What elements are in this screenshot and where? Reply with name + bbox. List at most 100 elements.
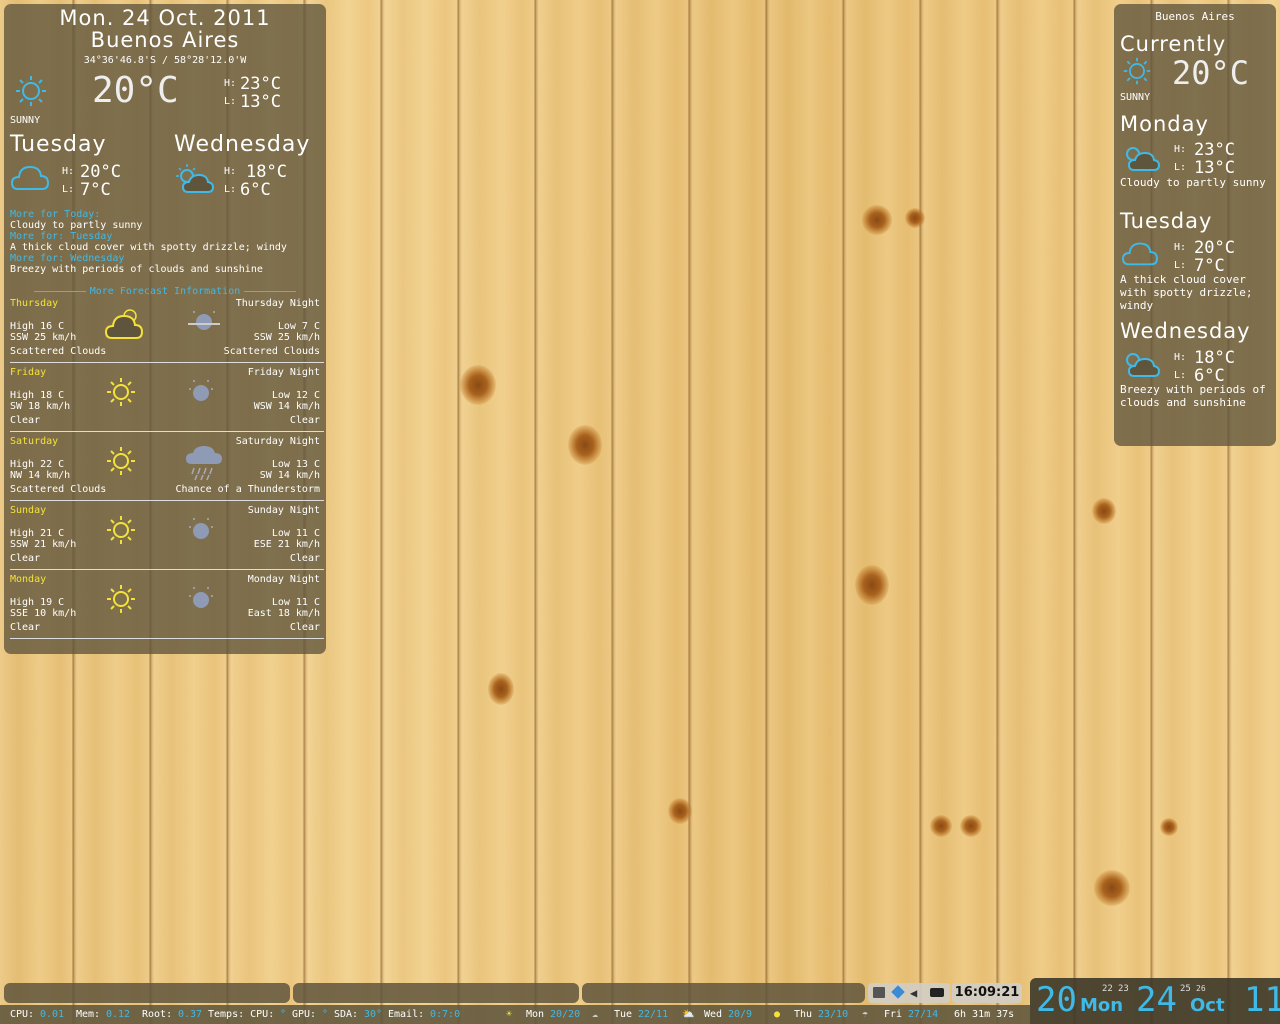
h-label: H: bbox=[224, 78, 237, 89]
sun-icon bbox=[104, 375, 138, 413]
right-city: Buenos Aires bbox=[1155, 10, 1235, 23]
moon-icon bbox=[184, 582, 218, 620]
day2-low: 7°C bbox=[80, 180, 111, 200]
right-current-temp: 20°C bbox=[1172, 54, 1250, 92]
forecast-mon-label: Mon bbox=[526, 1009, 545, 1020]
forecast-day: Saturday bbox=[10, 436, 59, 447]
forecast-night-wind: WSW 14 km/h bbox=[253, 401, 320, 412]
mem-label: Mem: bbox=[76, 1009, 101, 1020]
more-wed-label: More for: Wednesday bbox=[10, 253, 125, 264]
date-title: Mon. 24 Oct. 2011 bbox=[59, 6, 271, 30]
forecast-cond: Scattered Clouds bbox=[10, 346, 107, 357]
forecast-low: Low 12 C bbox=[271, 390, 320, 401]
forecast-wed-label: Wed bbox=[704, 1009, 723, 1020]
forecast-night-cond: Clear bbox=[289, 553, 320, 564]
day2-l-label: L: bbox=[62, 184, 75, 195]
forecast-day: Friday bbox=[10, 367, 47, 378]
clock-min-a: 22 bbox=[1102, 984, 1113, 994]
clock-widget: 20 Mon 22 23 24 25 26 Oct 11 bbox=[1030, 978, 1280, 1024]
wood-knot bbox=[855, 565, 889, 605]
sda-label: SDA: bbox=[334, 1009, 359, 1020]
right-tuesday-high: 20°C bbox=[1194, 238, 1235, 258]
moon-icon bbox=[184, 375, 218, 413]
sun-icon: ☀ bbox=[506, 1009, 513, 1020]
forecast-night: Monday Night bbox=[247, 574, 320, 585]
dropbox-icon[interactable] bbox=[891, 985, 905, 999]
forecast-night-cond: Chance of a Thunderstorm bbox=[175, 484, 321, 495]
partly-cloudy-icon bbox=[1126, 353, 1160, 377]
currently-heading: Currently bbox=[1120, 32, 1227, 56]
wood-knot bbox=[568, 425, 602, 465]
forecast-wind: SW 18 km/h bbox=[10, 401, 71, 412]
email-label: Email: bbox=[388, 1009, 425, 1020]
forecast-thu-label: Thu bbox=[794, 1009, 813, 1020]
forecast-wind: SSW 25 km/h bbox=[10, 332, 77, 343]
taskbar-segment[interactable] bbox=[4, 983, 290, 1003]
day2-high: 20°C bbox=[80, 162, 121, 182]
clock-day: 24 bbox=[1136, 980, 1177, 1020]
forecast-thu-value: 23/10 bbox=[818, 1009, 849, 1020]
more-today-text: Cloudy to partly sunny bbox=[10, 220, 143, 231]
forecast-row: Saturday Saturday Night High 22 C NW 14 km/… bbox=[4, 434, 326, 503]
forecast-high: High 19 C bbox=[10, 597, 65, 608]
forecast-row: Thursday Thursday Night High 16 C SSW 25 km… bbox=[4, 296, 326, 365]
clock-hour: 20 bbox=[1036, 980, 1077, 1020]
taskbar-segment[interactable] bbox=[582, 983, 865, 1003]
mem-value: 0.12 bbox=[106, 1009, 131, 1020]
book-icon[interactable] bbox=[873, 987, 885, 998]
clock-month: Oct bbox=[1190, 995, 1225, 1016]
temps-label: Temps: CPU: bbox=[208, 1009, 275, 1020]
day3-low: 6°C bbox=[240, 180, 271, 200]
clock-min-b: 23 bbox=[1118, 984, 1129, 994]
forecast-night: Friday Night bbox=[247, 367, 320, 378]
gpu-value: ° bbox=[322, 1009, 329, 1020]
more-tue-label: More for: Tuesday bbox=[10, 231, 113, 242]
clock-sec-a: 25 bbox=[1180, 984, 1191, 994]
root-label: Root: bbox=[142, 1009, 173, 1020]
status-bar: CPU: 0.01 Mem: 0.12 Root: 0.37 Temps: CP… bbox=[0, 1005, 1030, 1024]
current-high: 23°C bbox=[240, 74, 281, 94]
clock-sec-b: 26 bbox=[1196, 984, 1206, 993]
divider bbox=[10, 500, 324, 501]
volume-icon[interactable]: ◀ bbox=[910, 987, 917, 999]
right-monday-text: Cloudy to partly sunny bbox=[1120, 176, 1266, 189]
right-wednesday-high: 18°C bbox=[1194, 348, 1235, 368]
forecast-day: Thursday bbox=[10, 298, 59, 309]
cpu-label: CPU: bbox=[10, 1009, 35, 1020]
right-wednesday-name: Wednesday bbox=[1120, 319, 1251, 343]
forecast-day: Monday bbox=[10, 574, 47, 585]
gpu-label: GPU: bbox=[292, 1009, 317, 1020]
clock-day-name: Mon bbox=[1080, 995, 1124, 1016]
tray-clock[interactable]: 16:09:21 bbox=[952, 983, 1022, 1003]
right-wednesday-text: Breezy with periods of clouds and sunshi… bbox=[1120, 383, 1266, 409]
forecast-night: Sunday Night bbox=[247, 505, 320, 516]
taskbar-segment[interactable] bbox=[293, 983, 579, 1003]
forecast-tue-label: Tue bbox=[614, 1009, 633, 1020]
clock-year: 11 bbox=[1244, 980, 1280, 1020]
root-value: 0.37 bbox=[178, 1009, 203, 1020]
forecast-high: High 21 C bbox=[10, 528, 65, 539]
sun-icon bbox=[104, 513, 138, 551]
day3-l-label: L: bbox=[224, 184, 237, 195]
partly-cloudy-icon: ⛅ bbox=[682, 1009, 695, 1020]
forecast-wind: NW 14 km/h bbox=[10, 470, 71, 481]
wood-knot bbox=[668, 798, 692, 824]
forecast-high: High 16 C bbox=[10, 321, 65, 332]
forecast-fri-value: 27/14 bbox=[908, 1009, 939, 1020]
forecast-cond: Clear bbox=[10, 553, 41, 564]
sun-icon bbox=[104, 582, 138, 620]
cloud-icon bbox=[104, 306, 144, 346]
wood-knot bbox=[488, 673, 514, 705]
moon-cloud-icon bbox=[184, 306, 224, 344]
divider bbox=[10, 638, 324, 639]
forecast-mon-value: 20/20 bbox=[550, 1009, 581, 1020]
network-icon[interactable] bbox=[930, 988, 944, 997]
sda-value: 30° bbox=[364, 1009, 383, 1020]
day2-name: Tuesday bbox=[10, 132, 107, 157]
right-monday-h-label: H: bbox=[1174, 144, 1187, 155]
right-monday-low: 13°C bbox=[1194, 158, 1235, 178]
current-condition: SUNNY bbox=[10, 115, 41, 126]
partly-cloudy-icon bbox=[1126, 147, 1160, 171]
sun-icon: ● bbox=[774, 1009, 781, 1020]
forecast-low: Low 7 C bbox=[277, 321, 320, 332]
